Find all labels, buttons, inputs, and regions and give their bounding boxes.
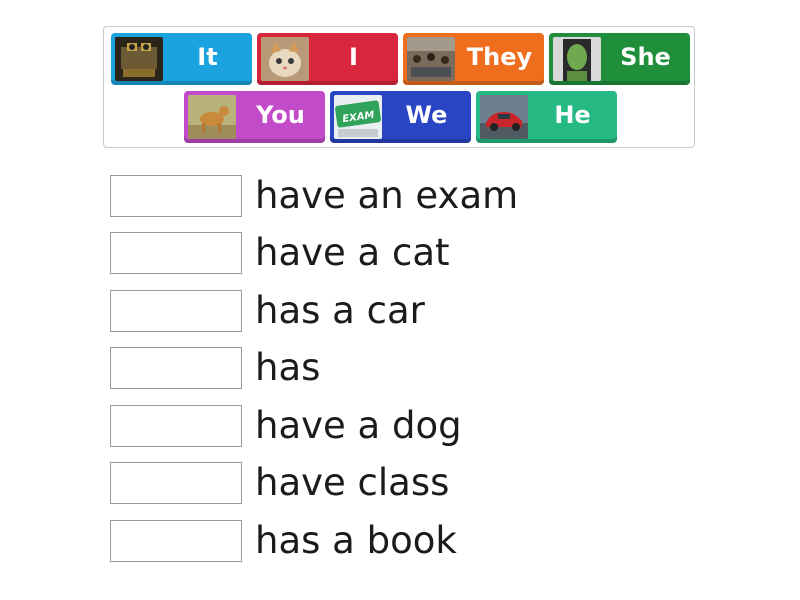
red-car-photo-icon [480,95,528,139]
tile-label: They [466,43,533,71]
drop-slot[interactable] [110,520,242,562]
exam-key-photo-icon: EXAM [334,95,382,139]
sentence-row: has a book [110,519,457,563]
sentence-text: have an exam [255,174,519,217]
tile-label: She [620,43,671,71]
tile-they[interactable]: They [403,33,544,85]
drop-slot[interactable] [110,290,242,332]
tile-you[interactable]: You [184,91,325,143]
classroom-photo-icon [407,37,455,81]
drop-slot[interactable] [110,175,242,217]
word-bank: It I They She You EXAM We He [103,26,695,148]
sentence-text: has a book [255,519,457,562]
sentence-text: have a cat [255,231,450,274]
tile-i[interactable]: I [257,33,398,85]
sentence-row: has a car [110,289,425,333]
she-hulk-photo-icon [553,37,601,81]
tile-label: I [349,43,358,71]
tile-we[interactable]: EXAM We [330,91,471,143]
tile-it[interactable]: It [111,33,252,85]
kitten-photo-icon [261,37,309,81]
sentence-row: has [110,346,320,390]
sentence-text: has [255,346,321,389]
sentence-row: have a cat [110,231,450,275]
sentence-text: has a car [255,289,425,332]
tile-label: You [256,101,305,129]
drop-slot[interactable] [110,462,242,504]
sentence-row: have a dog [110,404,462,448]
tile-he[interactable]: He [476,91,617,143]
drop-slot[interactable] [110,405,242,447]
tile-she[interactable]: She [549,33,690,85]
drop-slot[interactable] [110,347,242,389]
dog-photo-icon [188,95,236,139]
tile-label: It [197,43,218,71]
sentence-row: have class [110,461,449,505]
sentence-text: have a dog [255,404,462,447]
sentence-row: have an exam [110,174,518,218]
tile-label: We [405,101,448,129]
tile-label: He [554,101,591,129]
drop-slot[interactable] [110,232,242,274]
sentence-text: have class [255,461,450,504]
robot-photo-icon [115,37,163,81]
